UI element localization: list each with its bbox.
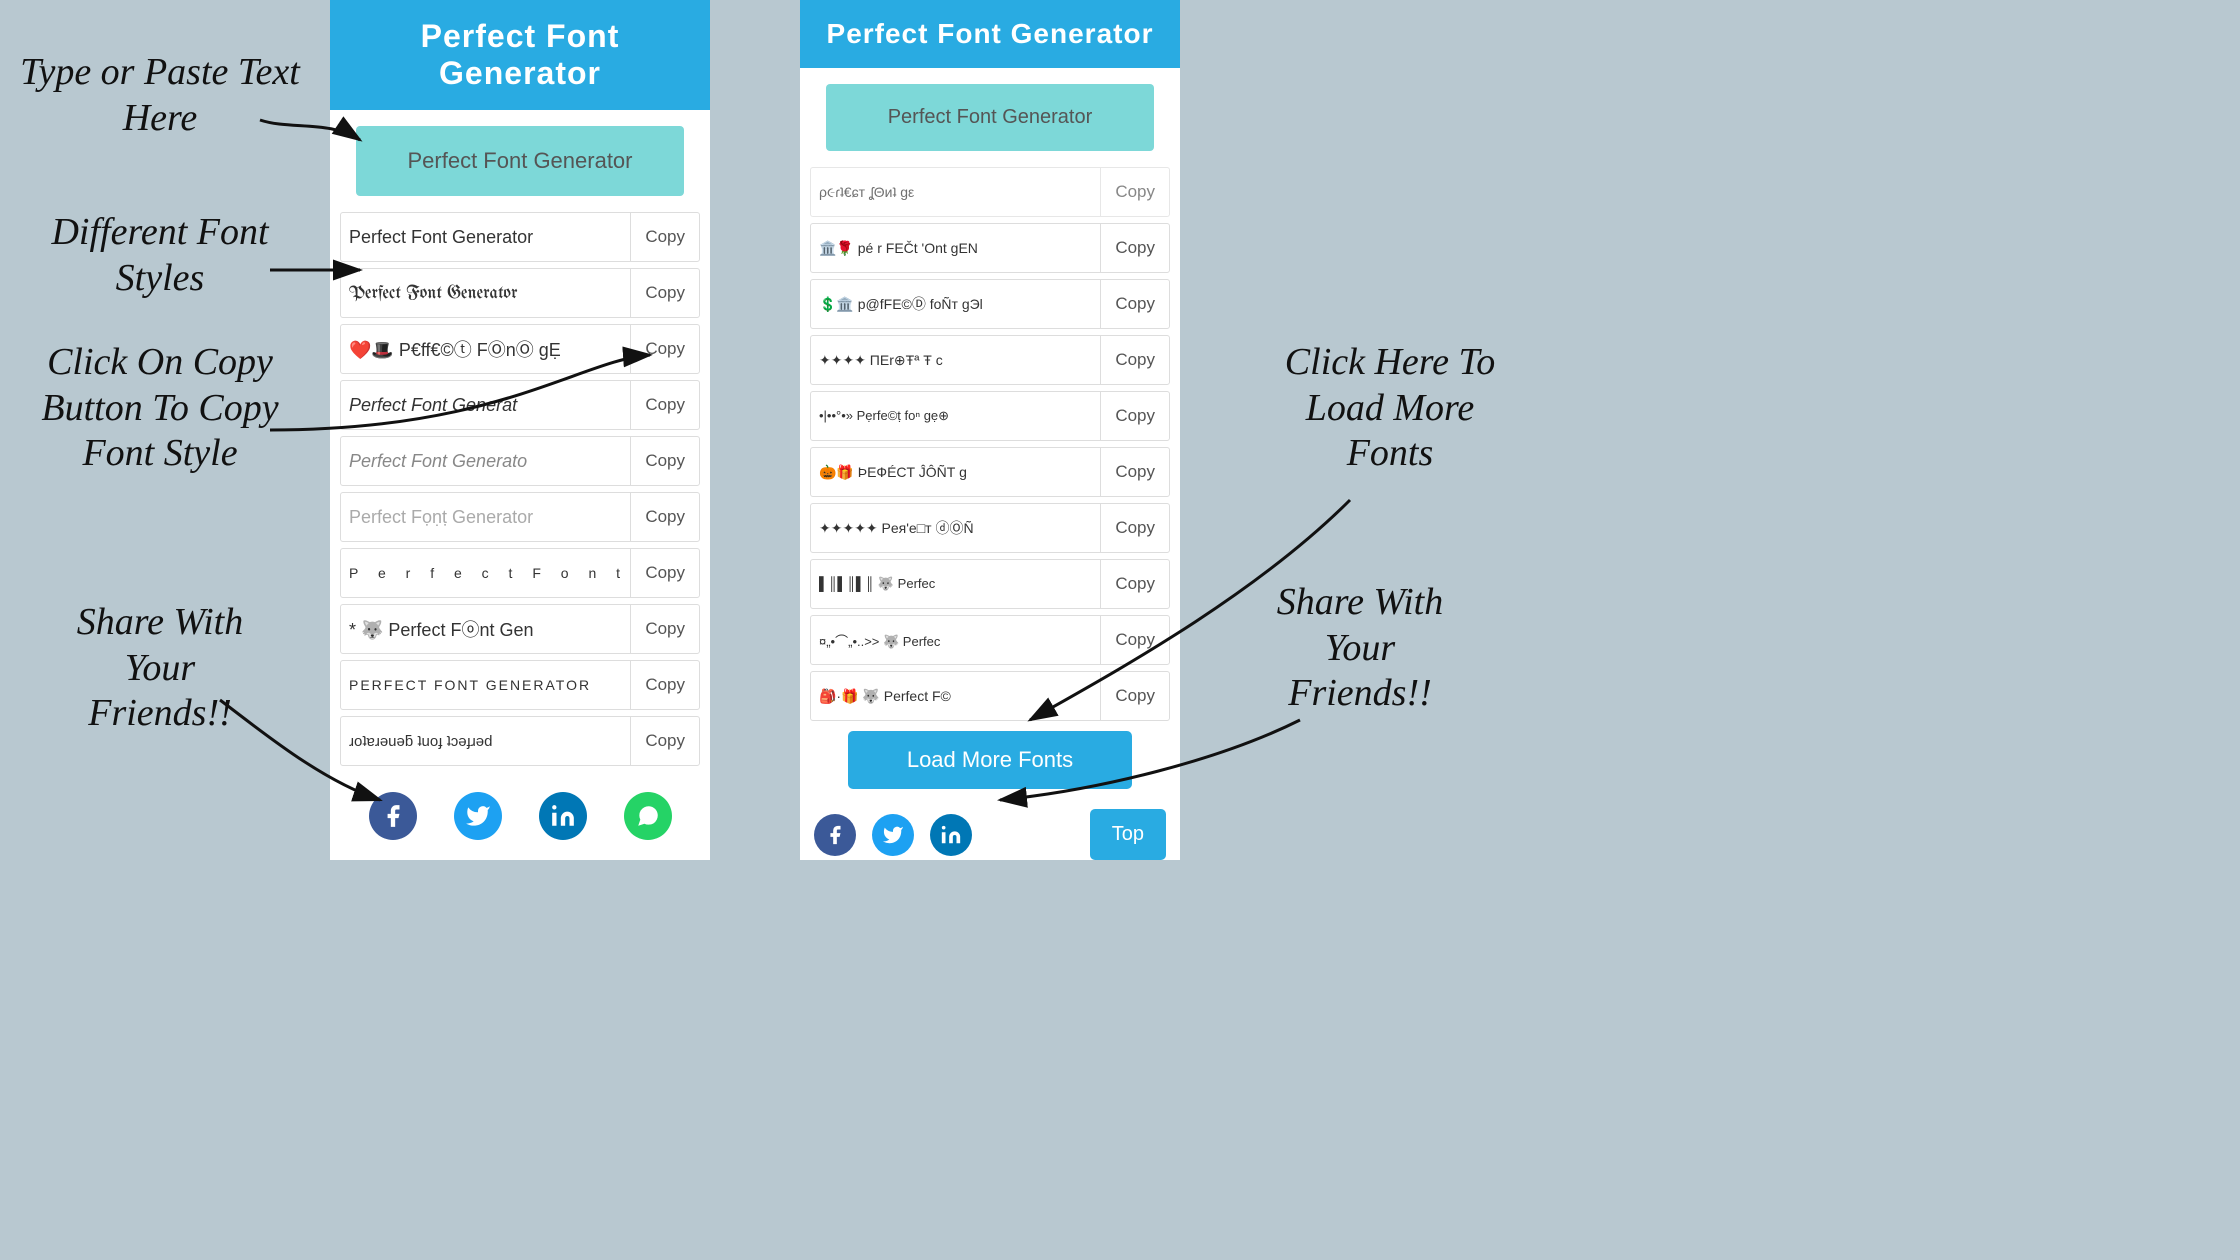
font-text: Perfect Font Generat [341, 381, 631, 429]
font-row: ❤️🎩 P€ff€©ⓣ FⓄnⓄ gẸ Copy [340, 324, 700, 374]
copy-button[interactable]: Copy [1101, 452, 1169, 492]
font-row: P e r f e c t F o n t Copy [340, 548, 700, 598]
font-row: ✦✦✦✦✦ Pея'e□т ⓓⓄÑ Copy [810, 503, 1170, 553]
font-text: perfect font generator [341, 661, 631, 709]
font-text: ɹoʇɐɹǝuǝƃ ʇuoɟ ʇɔǝɟɹǝd [341, 717, 631, 765]
font-row: •|••°•» Pẹrfe©ṭ foⁿ gẹ⊕ Copy [810, 391, 1170, 441]
copy-button[interactable]: Copy [1101, 620, 1169, 660]
font-text: ✦✦✦✦ ΠΕr⊕Ŧª Ŧ c [811, 336, 1101, 384]
copy-button[interactable]: Copy [1101, 676, 1169, 716]
font-text: ❤️🎩 P€ff€©ⓣ FⓄnⓄ gẸ [341, 325, 631, 373]
bottom-bar-right: Top [800, 799, 1180, 860]
font-text: 🏛️🌹 pé r FEČt 'Ont gEN [811, 224, 1101, 272]
font-text: ρ૯ɾʇ€ɕт ʆΘиʇ gε [811, 168, 1101, 216]
copy-button[interactable]: Copy [631, 441, 699, 481]
font-text: Perfect Font Generator [341, 269, 631, 317]
twitter-icon[interactable] [454, 792, 502, 840]
font-text: ¤„•⌒„•..>> 🐺 Perfec [811, 616, 1101, 664]
load-more-button[interactable]: Load More Fonts [848, 731, 1133, 789]
social-icons-right [814, 814, 972, 856]
linkedin-icon[interactable] [539, 792, 587, 840]
font-row: Perfect Fọṇṭ Generator Copy [340, 492, 700, 542]
copy-button[interactable]: Copy [631, 665, 699, 705]
copy-button[interactable]: Copy [1101, 564, 1169, 604]
font-row: Perfect Font Generato Copy [340, 436, 700, 486]
font-row: ✦✦✦✦ ΠΕr⊕Ŧª Ŧ c Copy [810, 335, 1170, 385]
facebook-icon-right[interactable] [814, 814, 856, 856]
copy-button[interactable]: Copy [631, 609, 699, 649]
font-text: ▌║▌║▌║ 🐺 Perfec [811, 560, 1101, 608]
font-row: ɹoʇɐɹǝuǝƃ ʇuoɟ ʇɔǝɟɹǝd Copy [340, 716, 700, 766]
font-row: ρ૯ɾʇ€ɕт ʆΘиʇ gε Copy [810, 167, 1170, 217]
font-text: * 🐺 Perfect Fⓞnt Gen [341, 605, 631, 653]
copy-button[interactable]: Copy [1101, 340, 1169, 380]
text-input[interactable]: Perfect Font Generator [356, 126, 684, 196]
copy-button[interactable]: Copy [1101, 284, 1169, 324]
annotation-load-more: Click Here ToLoad MoreFonts [1230, 340, 1550, 477]
left-phone-panel: Perfect Font Generator Perfect Font Gene… [330, 0, 710, 860]
copy-button[interactable]: Copy [631, 273, 699, 313]
linkedin-icon-right[interactable] [930, 814, 972, 856]
annotation-share-right: Share WithYourFriends!! [1220, 580, 1500, 717]
annotation-click-copy: Click On CopyButton To CopyFont Style [0, 340, 320, 477]
copy-button[interactable]: Copy [631, 385, 699, 425]
facebook-icon[interactable] [369, 792, 417, 840]
copy-button[interactable]: Copy [1101, 172, 1169, 212]
copy-button[interactable]: Copy [631, 217, 699, 257]
annotation-type-paste: Type or Paste TextHere [20, 50, 300, 141]
font-list-right: ρ૯ɾʇ€ɕт ʆΘиʇ gε Copy 🏛️🌹 pé r FEČt 'Ont … [800, 167, 1180, 721]
font-text: ✦✦✦✦✦ Pея'e□т ⓓⓄÑ [811, 504, 1101, 552]
font-row: Perfect Font Generat Copy [340, 380, 700, 430]
font-text: 🎒·🎁 🐺 Perfect F© [811, 672, 1101, 720]
font-text: Perfect Fọṇṭ Generator [341, 493, 631, 541]
font-row: Perfect Font Generator Copy [340, 212, 700, 262]
font-text: Perfect Font Generator [341, 213, 631, 261]
font-text: P e r f e c t F o n t [341, 549, 631, 597]
font-row: ¤„•⌒„•..>> 🐺 Perfec Copy [810, 615, 1170, 665]
copy-button[interactable]: Copy [631, 553, 699, 593]
copy-button[interactable]: Copy [631, 497, 699, 537]
font-list-left: Perfect Font Generator Copy Perfect Font… [330, 212, 710, 766]
annotation-different-fonts: Different FontStyles [10, 210, 310, 301]
annotation-share-left: Share WithYourFriends!! [30, 600, 290, 737]
whatsapp-icon[interactable] [624, 792, 672, 840]
font-row: * 🐺 Perfect Fⓞnt Gen Copy [340, 604, 700, 654]
font-text: Perfect Font Generato [341, 437, 631, 485]
copy-button[interactable]: Copy [1101, 396, 1169, 436]
font-row: 🎃🎁 ÞЕФÉCT ĴÔÑТ g Copy [810, 447, 1170, 497]
right-phone-panel: Perfect Font Generator Perfect Font Gene… [800, 0, 1180, 860]
font-row: Perfect Font Generator Copy [340, 268, 700, 318]
copy-button[interactable]: Copy [1101, 508, 1169, 548]
font-row: ▌║▌║▌║ 🐺 Perfec Copy [810, 559, 1170, 609]
top-button[interactable]: Top [1090, 809, 1166, 860]
right-panel-header: Perfect Font Generator [800, 0, 1180, 68]
right-text-input[interactable]: Perfect Font Generator [826, 84, 1154, 151]
font-text: •|••°•» Pẹrfe©ṭ foⁿ gẹ⊕ [811, 392, 1101, 440]
left-panel-header: Perfect Font Generator [330, 0, 710, 110]
copy-button[interactable]: Copy [631, 329, 699, 369]
social-bar-left [330, 772, 710, 856]
copy-button[interactable]: Copy [1101, 228, 1169, 268]
font-text: 🎃🎁 ÞЕФÉCT ĴÔÑТ g [811, 448, 1101, 496]
font-row: perfect font generator Copy [340, 660, 700, 710]
copy-button[interactable]: Copy [631, 721, 699, 761]
font-row: 🏛️🌹 pé r FEČt 'Ont gEN Copy [810, 223, 1170, 273]
font-row: 💲🏛️ p@fFE©Ⓓ foÑт ɡЭl Copy [810, 279, 1170, 329]
font-text: 💲🏛️ p@fFE©Ⓓ foÑт ɡЭl [811, 280, 1101, 328]
font-row: 🎒·🎁 🐺 Perfect F© Copy [810, 671, 1170, 721]
twitter-icon-right[interactable] [872, 814, 914, 856]
